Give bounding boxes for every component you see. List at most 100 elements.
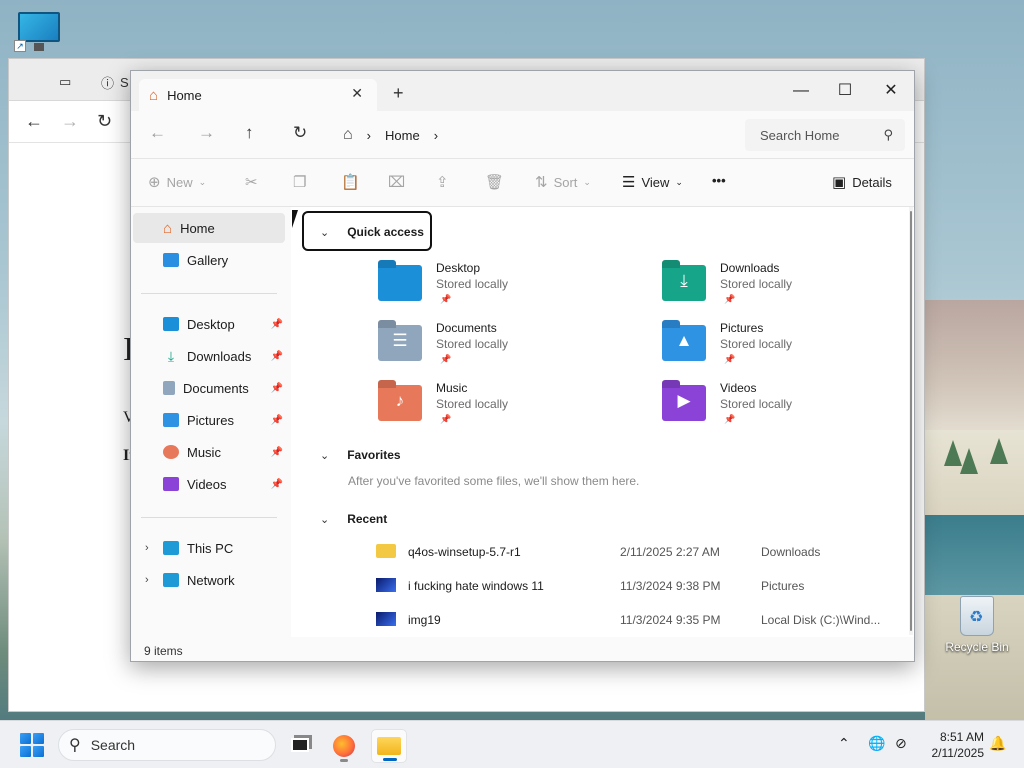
nav-item-this-pc[interactable]: › This PC bbox=[133, 533, 285, 563]
pin-icon: 📌 bbox=[440, 414, 452, 424]
wallpaper-sand bbox=[925, 430, 1024, 520]
minimize-button[interactable]: — bbox=[783, 77, 819, 105]
mouse-cursor bbox=[292, 210, 298, 228]
shortcut-arrow-icon: ↗ bbox=[14, 40, 26, 52]
quick-access-documents[interactable]: ☰ Documents Stored locally 📌 bbox=[378, 321, 618, 377]
share-button[interactable]: ⇪ bbox=[436, 173, 449, 191]
favorites-header[interactable]: ⌄ Favorites bbox=[320, 448, 401, 462]
pin-icon: 📌 bbox=[724, 354, 736, 364]
nav-item-videos[interactable]: Videos 📌 bbox=[133, 469, 285, 499]
wallpaper-water bbox=[925, 515, 1024, 595]
tab-home[interactable]: ⌂ Home ✕ bbox=[139, 79, 377, 111]
pin-icon: 📌 bbox=[724, 294, 736, 304]
maximize-button[interactable]: ☐ bbox=[827, 77, 863, 105]
quick-access-music[interactable]: ♪ Music Stored locally 📌 bbox=[378, 381, 618, 437]
recent-row[interactable]: img19 11/3/2024 9:35 PM Local Disk (C:)\… bbox=[291, 603, 909, 637]
nav-item-desktop[interactable]: Desktop 📌 bbox=[133, 309, 285, 339]
browser-tab[interactable]: ⓘ S bbox=[101, 65, 129, 99]
refresh-icon[interactable]: ↻ bbox=[97, 111, 112, 132]
quick-access-videos[interactable]: ▶ Videos Stored locally 📌 bbox=[662, 381, 902, 437]
quick-access-desktop[interactable]: Desktop Stored locally 📌 bbox=[378, 261, 618, 317]
desktop-this-pc-shortcut[interactable]: ↗ bbox=[14, 10, 64, 54]
more-options-button[interactable]: ••• bbox=[712, 173, 726, 188]
zip-folder-icon bbox=[376, 544, 396, 558]
system-clock[interactable]: 8:51 AM 2/11/2025 bbox=[922, 729, 985, 761]
notification-bell-icon[interactable]: 🔔 bbox=[989, 735, 1006, 752]
firefox-icon bbox=[333, 735, 355, 757]
pin-icon: 📌 bbox=[440, 294, 452, 304]
chevron-right-icon[interactable]: › bbox=[145, 574, 149, 586]
start-button[interactable] bbox=[20, 733, 44, 757]
back-icon[interactable]: ← bbox=[25, 111, 43, 132]
back-icon[interactable]: ← bbox=[149, 123, 166, 143]
refresh-icon[interactable]: ↻ bbox=[293, 123, 307, 143]
file-explorer-taskbar-button[interactable] bbox=[371, 729, 407, 763]
forward-icon[interactable]: → bbox=[198, 123, 215, 143]
nav-item-home[interactable]: ⌂ Home bbox=[133, 213, 285, 243]
pin-icon: 📌 bbox=[270, 478, 283, 490]
rename-button[interactable]: ⌧ bbox=[388, 173, 405, 191]
task-view-button[interactable] bbox=[282, 729, 318, 763]
quick-access-pictures[interactable]: ▲ Pictures Stored locally 📌 bbox=[662, 321, 902, 377]
pin-icon: 📌 bbox=[270, 350, 283, 362]
recent-row[interactable]: q4os-winsetup-5.7-r1 2/11/2025 2:27 AM D… bbox=[291, 535, 909, 569]
taskbar-search[interactable]: ⚲ Search bbox=[58, 729, 276, 761]
chevron-up-icon[interactable]: ⌃ bbox=[838, 735, 850, 752]
quick-access-downloads[interactable]: ⤓ Downloads Stored locally 📌 bbox=[662, 261, 902, 317]
tab-actions-icon[interactable]: ▭ bbox=[59, 65, 71, 99]
pin-icon: 📌 bbox=[724, 414, 736, 424]
chevron-down-icon: ⌄ bbox=[583, 176, 591, 187]
delete-button[interactable]: 🗑 bbox=[485, 173, 504, 191]
recent-header[interactable]: ⌄ Recent bbox=[320, 512, 387, 526]
close-tab-icon[interactable]: ✕ bbox=[351, 85, 363, 102]
nav-item-gallery[interactable]: Gallery bbox=[133, 245, 285, 275]
music-folder-icon: ♪ bbox=[378, 385, 422, 421]
image-thumbnail-icon bbox=[376, 612, 396, 626]
view-button[interactable]: ☰ View ⌄ bbox=[622, 173, 683, 191]
chevron-down-icon: ⌄ bbox=[320, 513, 330, 526]
forward-icon[interactable]: → bbox=[61, 111, 79, 132]
address-bar[interactable]: ⌂ › Home › bbox=[331, 119, 736, 151]
details-button[interactable]: ▣ Details bbox=[832, 173, 892, 191]
chevron-right-icon[interactable]: › bbox=[367, 128, 371, 143]
nav-item-music[interactable]: Music 📌 bbox=[133, 437, 285, 467]
desktop-recycle-bin[interactable]: ♻ Recycle Bin bbox=[942, 596, 1012, 654]
nav-item-documents[interactable]: Documents 📌 bbox=[133, 373, 285, 403]
nav-item-pictures[interactable]: Pictures 📌 bbox=[133, 405, 285, 435]
breadcrumb-home[interactable]: Home bbox=[385, 128, 420, 143]
sort-button[interactable]: ⇅ Sort ⌄ bbox=[535, 173, 591, 191]
close-button[interactable]: ✕ bbox=[873, 77, 909, 105]
explorer-title-bar[interactable]: ⌂ Home ✕ + — ☐ ✕ bbox=[131, 71, 914, 111]
search-placeholder: Search Home bbox=[760, 127, 840, 143]
recent-row[interactable]: i fucking hate windows 11 11/3/2024 9:38… bbox=[291, 569, 909, 603]
quick-access-header[interactable]: ⌄ Quick access bbox=[320, 225, 424, 239]
scrollbar-thumb[interactable] bbox=[910, 211, 912, 631]
nav-item-network[interactable]: › Network bbox=[133, 565, 285, 595]
this-pc-icon bbox=[163, 541, 179, 555]
language-globe-icon[interactable]: 🌐 bbox=[868, 735, 885, 752]
wallpaper-tree bbox=[960, 448, 978, 474]
paste-button[interactable]: 📋 bbox=[341, 173, 360, 191]
new-button[interactable]: ⊕ New ⌄ bbox=[148, 173, 206, 191]
firefox-taskbar-button[interactable] bbox=[326, 729, 362, 763]
clock-date: 2/11/2025 bbox=[931, 746, 985, 760]
view-list-icon: ☰ bbox=[622, 174, 636, 191]
wallpaper-hill bbox=[925, 300, 1024, 430]
chevron-right-icon[interactable]: › bbox=[434, 128, 438, 143]
vertical-scrollbar[interactable] bbox=[909, 207, 913, 635]
search-icon: ⚲ bbox=[69, 737, 81, 754]
pin-icon: 📌 bbox=[270, 446, 283, 458]
cut-button[interactable]: ✂ bbox=[245, 173, 258, 191]
more-icon: ••• bbox=[712, 173, 726, 188]
search-input[interactable]: Search Home ⚲ bbox=[745, 119, 905, 151]
nav-item-downloads[interactable]: ⤓ Downloads 📌 bbox=[133, 341, 285, 371]
clock-time: 8:51 AM bbox=[939, 730, 984, 744]
plus-circle-icon: ⊕ bbox=[148, 174, 161, 191]
chevron-right-icon[interactable]: › bbox=[145, 542, 149, 554]
pictures-icon bbox=[163, 413, 179, 427]
up-icon[interactable]: ↑ bbox=[245, 123, 254, 143]
copy-button[interactable]: ❐ bbox=[293, 173, 306, 191]
new-tab-icon[interactable]: + bbox=[393, 83, 404, 104]
search-icon: ⚲ bbox=[883, 127, 893, 142]
network-disconnected-icon[interactable]: ⊘ bbox=[895, 735, 907, 752]
